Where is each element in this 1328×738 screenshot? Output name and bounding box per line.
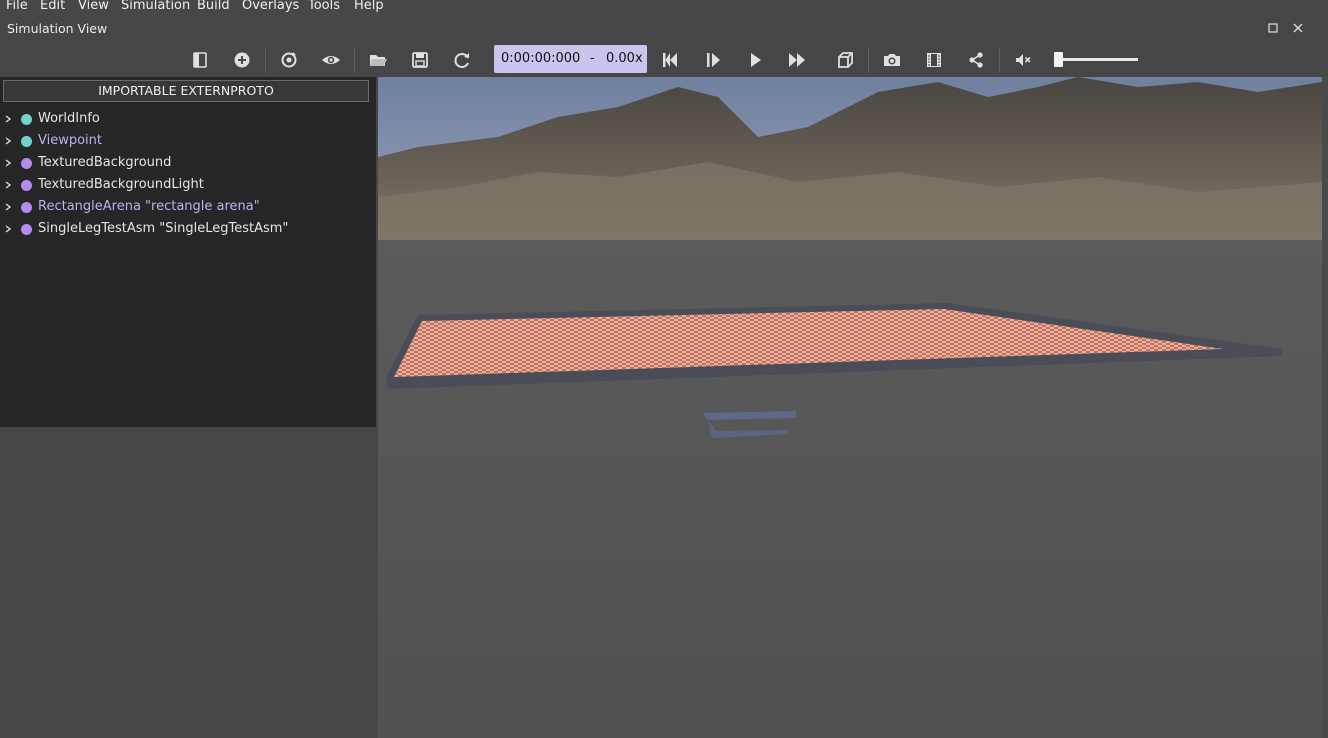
chevron-right-icon[interactable]: [3, 134, 13, 148]
simulation-speed: 0.00x: [606, 51, 643, 66]
tree-node-label: WorldInfo: [38, 111, 100, 126]
fast-forward-icon: [789, 53, 805, 67]
tree-node-label: TexturedBackgroundLight: [38, 177, 204, 192]
node-type-icon: [21, 202, 32, 213]
reset-view-button[interactable]: [278, 49, 300, 71]
speaker-mute-icon: [1016, 54, 1031, 66]
menu-view[interactable]: View: [78, 0, 109, 13]
reset-simulation-button[interactable]: [659, 49, 681, 71]
time-separator: -: [590, 51, 595, 66]
node-type-icon: [21, 114, 32, 125]
tree-node[interactable]: SingleLegTestAsm "SingleLegTestAsm": [0, 219, 376, 241]
toolbar-separator: [265, 47, 266, 73]
window-title: Simulation View: [7, 21, 108, 36]
volume-slider-track[interactable]: [1054, 58, 1138, 61]
node-type-icon: [21, 158, 32, 169]
toolbar-separator: [868, 47, 869, 73]
camera-icon: [884, 54, 900, 66]
chevron-right-icon[interactable]: [3, 222, 13, 236]
follow-object-button[interactable]: [834, 49, 856, 71]
tree-node[interactable]: Viewpoint: [0, 131, 376, 153]
save-icon: [412, 52, 428, 68]
node-type-icon: [21, 180, 32, 191]
step-forward-icon: [707, 53, 720, 67]
simulation-view-titlebar: Simulation View: [0, 18, 1328, 40]
tree-node[interactable]: RectangleArena "rectangle arena": [0, 197, 376, 219]
reload-icon: [454, 53, 469, 68]
viewport-right-border: [1322, 77, 1328, 738]
open-world-button[interactable]: [367, 49, 389, 71]
3d-viewport[interactable]: [378, 77, 1322, 738]
fast-forward-button[interactable]: [786, 49, 808, 71]
menu-edit[interactable]: Edit: [40, 0, 65, 13]
toolbar-separator: [999, 47, 1000, 73]
chevron-right-icon[interactable]: [3, 178, 13, 192]
simulation-time: 0:00:00:000: [501, 51, 581, 66]
film-icon: [927, 53, 941, 67]
tree-node-label: RectangleArena "rectangle arena": [38, 199, 260, 214]
tree-node[interactable]: TexturedBackgroundLight: [0, 175, 376, 197]
main-toolbar: 0:00:00:000 - 0.00x: [0, 44, 1328, 75]
menu-tools[interactable]: Tools: [308, 0, 340, 13]
menu-overlays[interactable]: Overlays: [242, 0, 299, 13]
tree-node-label: Viewpoint: [38, 133, 103, 148]
volume-slider-handle[interactable]: [1054, 52, 1063, 67]
share-button[interactable]: [965, 49, 987, 71]
step-button[interactable]: [702, 49, 724, 71]
scene-tree: IMPORTABLE EXTERNPROTO WorldInfo Viewpoin…: [0, 77, 376, 427]
plus-circle-icon: [234, 52, 250, 68]
eye-icon: [322, 56, 340, 64]
importable-externproto-button[interactable]: IMPORTABLE EXTERNPROTO: [3, 80, 369, 102]
menu-help[interactable]: Help: [354, 0, 384, 13]
skip-back-icon: [663, 53, 677, 67]
node-type-icon: [21, 136, 32, 147]
record-movie-button[interactable]: [923, 49, 945, 71]
rotate-view-icon: [281, 52, 297, 68]
panel-toggle-icon: [193, 52, 207, 68]
add-node-button[interactable]: [231, 49, 253, 71]
view-options-button[interactable]: [320, 49, 342, 71]
share-icon: [969, 52, 983, 68]
close-icon[interactable]: [1291, 21, 1305, 35]
menu-build[interactable]: Build: [197, 0, 230, 13]
maximize-icon[interactable]: [1266, 21, 1280, 35]
chevron-right-icon[interactable]: [3, 200, 13, 214]
tree-node-label: SingleLegTestAsm "SingleLegTestAsm": [38, 221, 289, 236]
scene-render: [378, 77, 1322, 738]
folder-open-icon: [370, 55, 387, 66]
play-icon: [751, 53, 761, 67]
save-world-button[interactable]: [409, 49, 431, 71]
simulation-time-display: 0:00:00:000 - 0.00x: [494, 45, 647, 73]
tree-node[interactable]: TexturedBackground: [0, 153, 376, 175]
play-button[interactable]: [744, 49, 766, 71]
menu-simulation[interactable]: Simulation: [121, 0, 190, 13]
reload-world-button[interactable]: [451, 49, 473, 71]
chevron-right-icon[interactable]: [3, 112, 13, 126]
menu-file[interactable]: File: [6, 0, 28, 13]
tree-node[interactable]: WorldInfo: [0, 109, 376, 131]
mute-button[interactable]: [1012, 49, 1034, 71]
screenshot-button[interactable]: [881, 49, 903, 71]
tree-node-label: TexturedBackground: [38, 155, 172, 170]
cube-icon: [838, 52, 853, 68]
toolbar-separator: [354, 47, 355, 73]
menu-bar: File Edit View Simulation Build Overlays…: [0, 0, 1328, 16]
node-type-icon: [21, 224, 32, 235]
chevron-right-icon[interactable]: [3, 156, 13, 170]
toggle-scene-tree-button[interactable]: [189, 49, 211, 71]
